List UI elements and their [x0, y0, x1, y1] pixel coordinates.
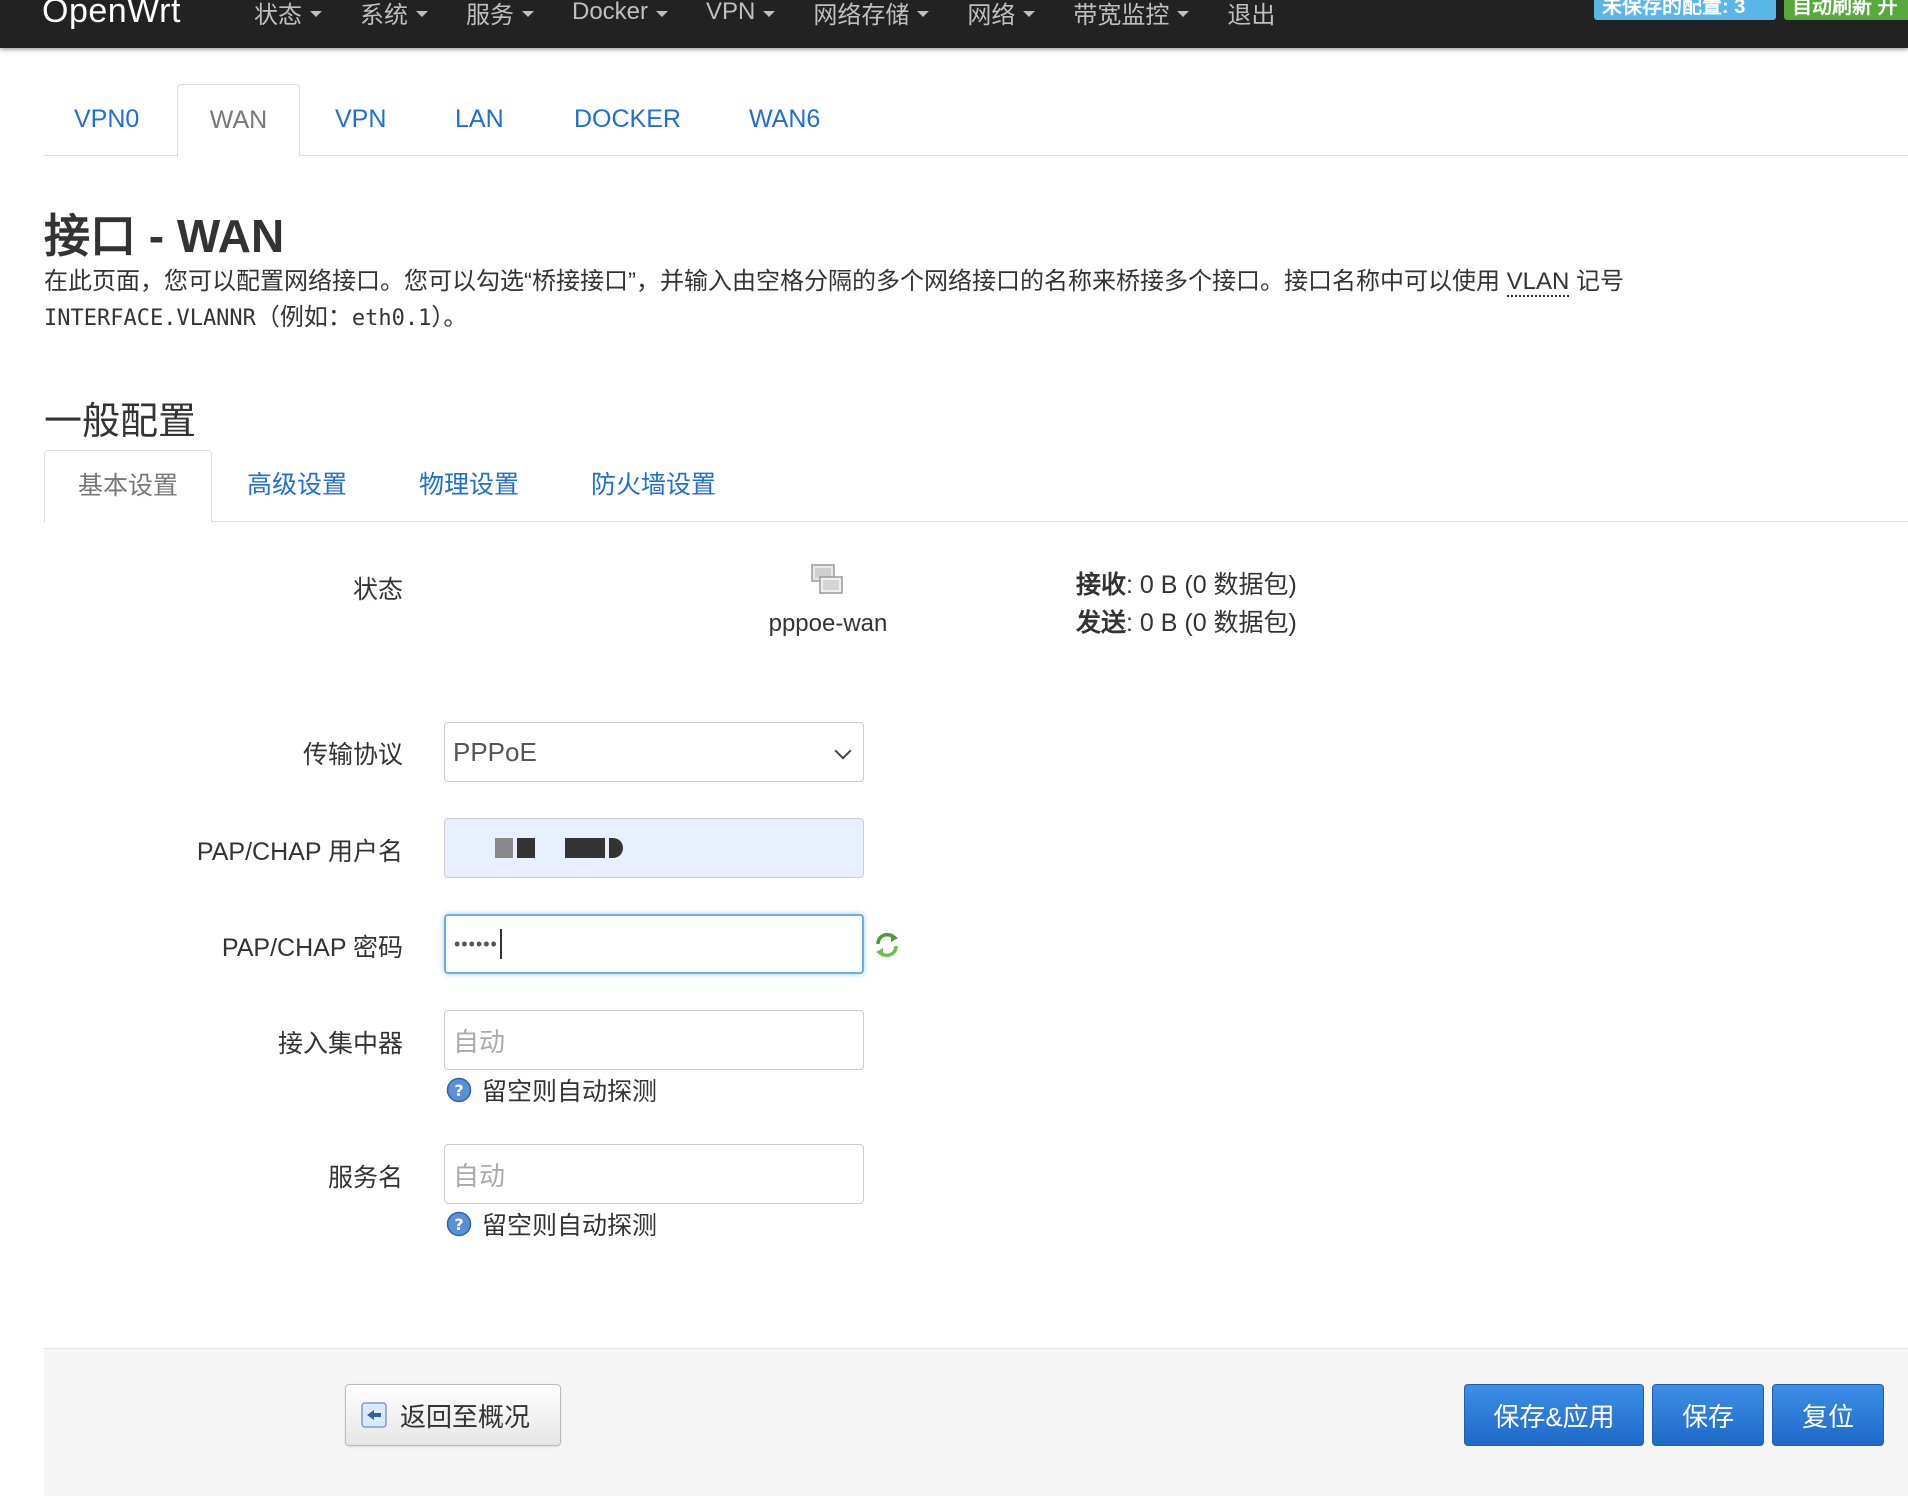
ac-help: ? 留空则自动探测 [446, 1072, 657, 1108]
menu-item-label: 系统 [360, 1, 408, 29]
tab-docker[interactable]: DOCKER [574, 84, 681, 156]
interface-tabs: VPN0 WAN VPN LAN DOCKER WAN6 [44, 84, 1908, 157]
tx-stat: 发送: 0 B (0 数据包) [1076, 604, 1297, 642]
menu-item-network[interactable]: 网络 [967, 0, 1036, 30]
tab-vpn0[interactable]: VPN0 [74, 84, 139, 156]
tab-physical-settings[interactable]: 物理设置 [419, 450, 519, 522]
reveal-password-icon[interactable] [872, 930, 902, 960]
caret-down-icon [522, 11, 534, 17]
save-button[interactable]: 保存 [1652, 1384, 1764, 1446]
desc-text: （例如： [255, 304, 352, 331]
auto-refresh-badge[interactable]: 自动刷新 开 [1784, 0, 1908, 20]
caret-down-icon [917, 11, 930, 17]
section-title: 一般配置 [44, 401, 197, 443]
page-description: 在此页面，您可以配置网络接口。您可以勾选“桥接接口”，并输入由空格分隔的多个网络… [44, 264, 1864, 337]
back-arrow-icon [361, 1402, 387, 1428]
help-icon: ? [446, 1077, 472, 1103]
status-device-name: pppoe-wan [768, 610, 888, 637]
menu-item-label: VPN [706, 0, 756, 25]
vlan-abbr: VLAN [1506, 268, 1570, 297]
network-interface-icon [811, 564, 843, 594]
access-concentrator-input[interactable]: 自动 [444, 1010, 864, 1070]
caret-down-icon [1177, 11, 1190, 17]
rx-label: 接收 [1076, 571, 1127, 599]
svg-text:?: ? [454, 1215, 463, 1234]
tab-vpn[interactable]: VPN [335, 84, 386, 156]
service-help: ? 留空则自动探测 [446, 1206, 657, 1242]
tx-value: : 0 B (0 数据包) [1126, 609, 1297, 637]
menu-item-services[interactable]: 服务 [466, 0, 534, 30]
rx-value: : 0 B (0 数据包) [1126, 571, 1297, 599]
tab-lan[interactable]: LAN [455, 84, 504, 156]
caret-down-icon [416, 11, 428, 17]
menu-item-bandwidth[interactable]: 带宽监控 [1073, 0, 1190, 30]
tab-basic-settings[interactable]: 基本设置 [44, 450, 212, 523]
username-input[interactable] [444, 818, 864, 878]
desc-code: eth0.1 [351, 306, 432, 331]
menu-item-system[interactable]: 系统 [360, 0, 428, 30]
menu-item-label: Docker [572, 0, 649, 25]
caret-down-icon [763, 11, 776, 17]
page-title: 接口 - WAN [44, 210, 285, 262]
desc-text: ）。 [431, 304, 468, 331]
ac-placeholder: 自动 [453, 1026, 506, 1057]
text-cursor [499, 929, 502, 959]
traffic-stats: 接收: 0 B (0 数据包) 发送: 0 B (0 数据包) [1076, 566, 1297, 642]
service-help-text: 留空则自动探测 [482, 1212, 658, 1240]
menu-item-docker[interactable]: Docker [572, 0, 669, 30]
chevron-down-icon [834, 742, 852, 760]
tab-wan6[interactable]: WAN6 [749, 84, 820, 156]
menu-item-label: 退出 [1227, 1, 1276, 29]
menu-item-nas[interactable]: 网络存储 [813, 0, 930, 30]
brand-logo[interactable]: OpenWrt [42, 0, 181, 31]
password-input[interactable]: •••••• [444, 914, 864, 974]
password-masked-value: •••••• [454, 933, 498, 954]
ac-help-text: 留空则自动探测 [482, 1078, 658, 1106]
redacted-username [495, 838, 627, 858]
main-menu: 状态 系统 服务 Docker VPN 网络存储 网络 带宽监控 退出 [254, 0, 1313, 30]
menu-item-label: 状态 [254, 1, 302, 29]
back-button-label: 返回至概况 [400, 1401, 531, 1432]
tab-wan[interactable]: WAN [177, 84, 300, 157]
desc-text: 记号 [1569, 268, 1625, 295]
status-label: 状态 [352, 576, 403, 604]
tx-label: 发送 [1076, 609, 1127, 637]
menu-item-label: 带宽监控 [1073, 1, 1170, 29]
desc-code: INTERFACE.VLANNR [44, 306, 256, 331]
caret-down-icon [656, 11, 669, 17]
menu-item-logout[interactable]: 退出 [1227, 0, 1275, 30]
tab-firewall-settings[interactable]: 防火墙设置 [591, 450, 716, 522]
menu-item-status[interactable]: 状态 [254, 0, 322, 30]
svg-text:?: ? [454, 1081, 463, 1100]
help-icon: ? [446, 1211, 472, 1237]
protocol-select[interactable]: PPPoE [444, 722, 864, 782]
protocol-label: 传输协议 [302, 741, 403, 769]
password-label: PAP/CHAP 密码 [221, 934, 403, 962]
back-to-overview-button[interactable]: 返回至概况 [345, 1384, 561, 1446]
unsaved-changes-badge[interactable]: 未保存的配置: 3 [1594, 0, 1776, 20]
save-apply-button[interactable]: 保存&应用 [1464, 1384, 1644, 1446]
ac-label: 接入集中器 [277, 1030, 403, 1058]
caret-down-icon [1023, 11, 1036, 17]
tab-advanced-settings[interactable]: 高级设置 [247, 450, 347, 522]
top-navbar: OpenWrt 状态 系统 服务 Docker VPN 网络存储 网络 带宽监控… [0, 0, 1908, 48]
rx-stat: 接收: 0 B (0 数据包) [1076, 566, 1297, 604]
desc-text: 在此页面，您可以配置网络接口。您可以勾选“桥接接口”，并输入由空格分隔的多个网络… [44, 268, 1507, 295]
service-placeholder: 自动 [453, 1160, 506, 1191]
menu-item-label: 服务 [466, 1, 514, 29]
caret-down-icon [310, 11, 322, 17]
username-label: PAP/CHAP 用户名 [196, 838, 403, 866]
menu-item-label: 网络存储 [813, 1, 910, 29]
section-tabs: 基本设置 高级设置 物理设置 防火墙设置 [44, 450, 1908, 523]
service-label: 服务名 [327, 1164, 403, 1192]
service-name-input[interactable]: 自动 [444, 1144, 864, 1204]
protocol-selected-value: PPPoE [453, 736, 537, 767]
menu-item-label: 网络 [967, 1, 1016, 29]
reset-button[interactable]: 复位 [1772, 1384, 1884, 1446]
menu-item-vpn[interactable]: VPN [706, 0, 776, 30]
